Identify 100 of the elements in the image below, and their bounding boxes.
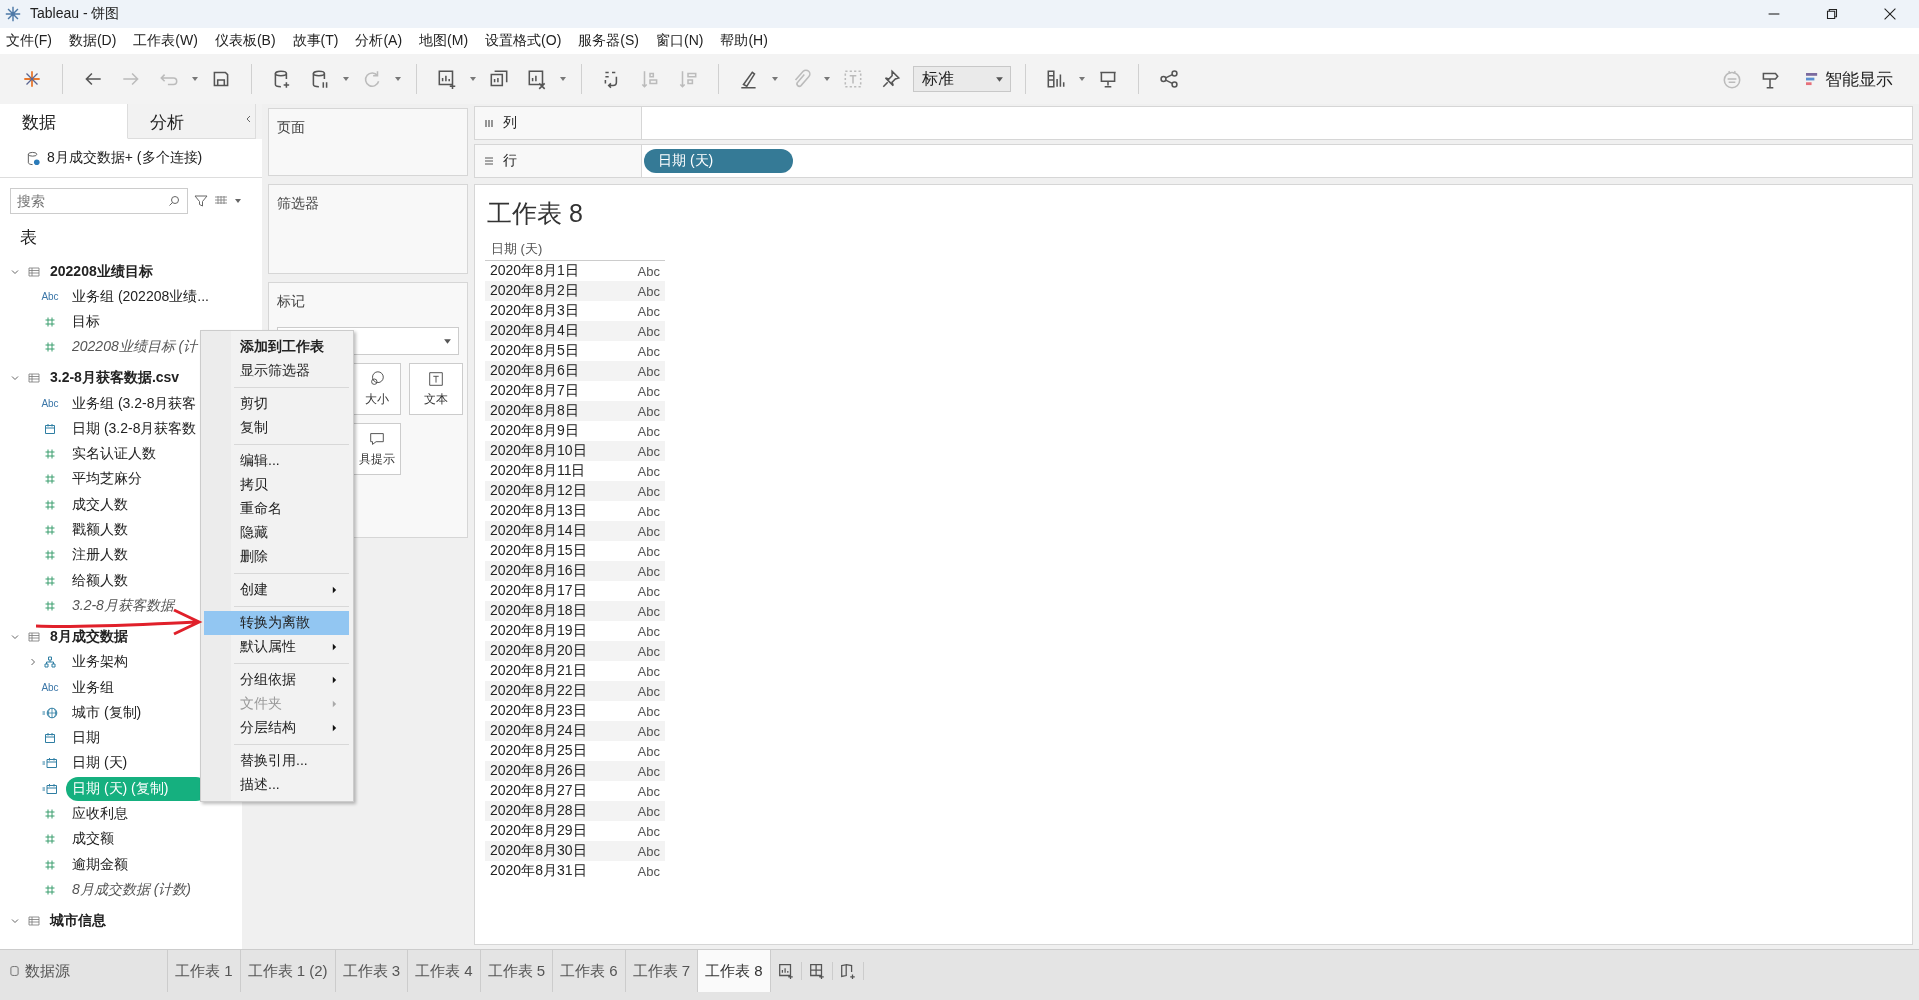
menu-item[interactable]: 显示筛选器: [204, 359, 349, 383]
sheet-tab[interactable]: 工作表 6: [553, 950, 626, 992]
menu-item[interactable]: 文件(F): [6, 32, 52, 50]
menu-item[interactable]: 拷贝: [204, 473, 349, 497]
value-cell: Abc: [637, 523, 660, 539]
caret-icon[interactable]: [469, 75, 477, 83]
field-item[interactable]: 业务组 (3.2-8月获客: [66, 393, 203, 414]
value-cell: Abc: [637, 503, 660, 519]
menu-item[interactable]: 替换引用...: [204, 749, 349, 773]
menu-item[interactable]: 删除: [204, 545, 349, 569]
field-item[interactable]: 成交额: [66, 829, 120, 850]
menu-item[interactable]: 地图(M): [419, 32, 469, 50]
caret-icon[interactable]: [234, 197, 242, 205]
chart-icon[interactable]: [1045, 68, 1067, 90]
shelf-title: 列: [503, 114, 517, 132]
field-item[interactable]: 3.2-8月获客数据: [66, 595, 180, 616]
caret-icon[interactable]: [394, 75, 402, 83]
field-item[interactable]: 注册人数: [66, 545, 134, 566]
marks-button[interactable]: 文本: [409, 363, 463, 415]
filter-icon[interactable]: [194, 194, 208, 208]
caret-icon[interactable]: [823, 75, 831, 83]
value-cell: Abc: [637, 483, 660, 499]
field-item[interactable]: 8月成交数据 (计数): [66, 879, 197, 900]
table-name[interactable]: 8月成交数据: [50, 628, 128, 647]
caret-icon[interactable]: [559, 75, 567, 83]
menu-item[interactable]: 剪切: [204, 392, 349, 416]
field-item[interactable]: 城市 (复制): [66, 702, 148, 723]
column-header[interactable]: 日期 (天): [485, 238, 665, 261]
date-cell: 2020年8月18日: [490, 602, 587, 620]
menu-item[interactable]: 分析(A): [355, 32, 403, 50]
search-field[interactable]: 搜索: [10, 188, 188, 214]
menu-item[interactable]: 仪表板(B): [214, 32, 276, 50]
field-item[interactable]: 给额人数: [66, 570, 134, 591]
filters-shelf[interactable]: 筛选器: [268, 184, 468, 274]
field-item[interactable]: 目标: [66, 311, 106, 332]
menu-item[interactable]: 设置格式(O): [485, 32, 562, 50]
datasource-name[interactable]: 8月成交数据+ (多个连接): [47, 149, 203, 167]
pages-shelf[interactable]: 页面: [268, 108, 468, 176]
marks-button[interactable]: 具提示: [353, 423, 401, 475]
hash-icon: [44, 883, 56, 896]
sheet-tab[interactable]: 工作表 5: [480, 950, 554, 992]
caret-icon[interactable]: [342, 75, 350, 83]
field-item[interactable]: 业务组 (202208业绩...: [66, 286, 215, 307]
field-item[interactable]: 逾期金额: [66, 854, 134, 875]
caret-icon[interactable]: [191, 75, 199, 83]
columns-icon: [483, 117, 495, 129]
menu-item[interactable]: 重命名: [204, 497, 349, 521]
sheet-tab[interactable]: 工作表 4: [408, 950, 481, 992]
field-item[interactable]: 日期 (天): [66, 753, 134, 774]
marks-button[interactable]: 大小: [353, 363, 401, 415]
menu-item[interactable]: 分层结构: [204, 716, 349, 740]
tableau-logo-icon[interactable]: [21, 68, 43, 90]
field-item[interactable]: 业务组: [66, 677, 120, 698]
value-cell: Abc: [637, 723, 660, 739]
share-icon[interactable]: [1158, 68, 1180, 90]
caret-icon[interactable]: [771, 75, 779, 83]
field-item[interactable]: 平均芝麻分: [66, 469, 148, 490]
field-item[interactable]: 日期: [66, 728, 106, 749]
rows-shelf[interactable]: 日期 (天): [642, 145, 1912, 177]
new-worksheet-icon[interactable]: [436, 68, 458, 90]
pane-tab[interactable]: 数据: [0, 104, 128, 139]
field-item[interactable]: 业务架构: [66, 652, 134, 673]
menu-item[interactable]: 数据(D): [68, 32, 117, 50]
pane-tab[interactable]: 分析: [128, 104, 256, 139]
field-pill[interactable]: 日期 (天): [644, 149, 794, 173]
field-item[interactable]: 应收利息: [66, 804, 134, 824]
field-item[interactable]: 戳额人数: [66, 520, 134, 540]
data-source-tab[interactable]: 数据源: [0, 950, 168, 992]
menu-item[interactable]: 创建: [204, 578, 349, 602]
menu-item[interactable]: 故事(T): [292, 32, 339, 50]
field-item[interactable]: 日期 (3.2-8月获客数: [66, 418, 203, 439]
menu-item[interactable]: 分组依据: [204, 668, 349, 692]
menu-item[interactable]: 隐藏: [204, 521, 349, 545]
field-item[interactable]: 成交人数: [66, 494, 134, 515]
mark-type-dropdown[interactable]: 标准: [913, 66, 1011, 92]
sheet-tab[interactable]: 工作表 1 (2): [240, 950, 336, 992]
menu-item[interactable]: 复制: [204, 416, 349, 440]
value-cell: Abc: [637, 403, 660, 419]
menu-item[interactable]: 默认属性: [204, 635, 349, 659]
menu-item[interactable]: 服务器(S): [578, 32, 639, 50]
clear-sheet-icon[interactable]: [526, 68, 548, 90]
sheet-tab[interactable]: 工作表 1: [168, 950, 241, 992]
table-name[interactable]: 202208业绩目标: [50, 262, 153, 281]
show-me-button[interactable]: 智能显示: [1800, 66, 1899, 92]
date-cell: 2020年8月31日: [490, 862, 587, 880]
menu-item[interactable]: 转换为离散: [204, 611, 349, 635]
menu-item[interactable]: 帮助(H): [720, 32, 768, 50]
menu-item[interactable]: 编辑...: [204, 449, 349, 473]
menu-item[interactable]: 添加到工作表: [204, 335, 349, 359]
field-item[interactable]: 实名认证人数: [66, 444, 162, 465]
caret-icon[interactable]: [1078, 75, 1086, 83]
sheet-tab[interactable]: 工作表 3: [335, 950, 409, 992]
menu-item[interactable]: 窗口(N): [656, 32, 704, 50]
table-name[interactable]: 城市信息: [50, 912, 106, 931]
menu-item[interactable]: 工作表(W): [133, 32, 198, 50]
caret-icon: [443, 336, 452, 346]
sheet-tab[interactable]: 工作表 8: [698, 950, 771, 992]
table-name[interactable]: 3.2-8月获客数据.csv: [50, 369, 180, 388]
pin-icon[interactable]: [880, 68, 902, 90]
field-item[interactable]: 202208业绩目标 (计: [66, 337, 204, 358]
